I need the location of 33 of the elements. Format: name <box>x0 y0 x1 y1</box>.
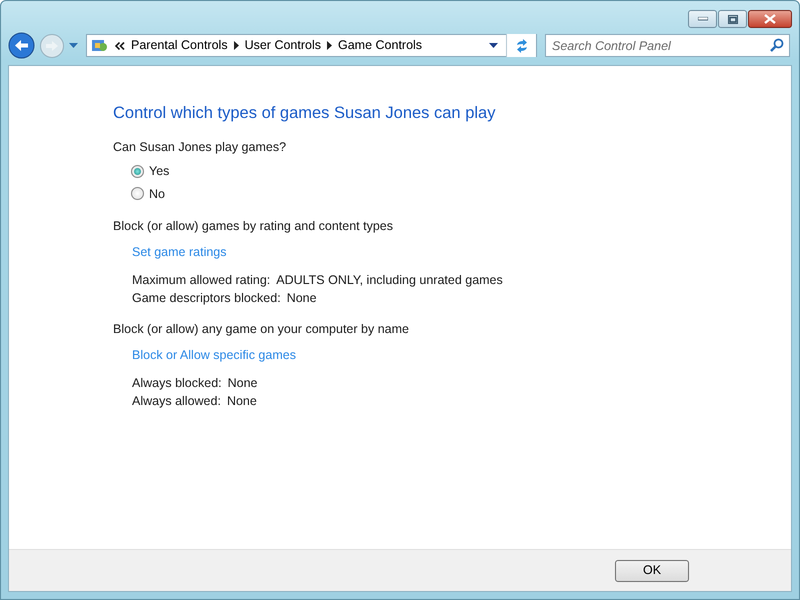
breadcrumb-item[interactable]: Game Controls <box>332 36 428 55</box>
detail-text: Maximum allowed rating: ADULTS ONLY, including unrated games <box>132 272 504 290</box>
detail-text: Always allowed: None <box>132 392 258 410</box>
close-icon <box>764 14 776 24</box>
detail-text: Game descriptors blocked: None <box>132 290 318 308</box>
detail-text: Always blocked: None <box>132 374 259 392</box>
option-label[interactable]: No <box>149 184 165 204</box>
history-dropdown[interactable] <box>69 42 78 48</box>
radio-button[interactable] <box>131 187 144 200</box>
back-button[interactable] <box>8 32 35 59</box>
settings-link[interactable]: Block or Allow specific games <box>132 346 296 365</box>
chevron-right-icon <box>234 41 239 50</box>
search-icon <box>770 38 784 52</box>
section-heading: Block (or allow) any game on your computer by name <box>113 321 410 338</box>
close-button[interactable] <box>748 10 792 28</box>
maximize-icon <box>728 14 738 24</box>
breadcrumb-item[interactable]: User Controls <box>238 36 327 55</box>
search-field[interactable]: Search Control Panel <box>545 34 790 57</box>
ok-button[interactable]: OK <box>615 560 689 582</box>
minimize-icon <box>698 17 708 21</box>
page-title: Control which types of games Susan Jones can play <box>113 104 496 124</box>
section-heading: Block (or allow) games by rating and content types <box>113 218 394 236</box>
option-label[interactable]: Yes <box>149 162 170 181</box>
control-panel-icon <box>91 38 109 54</box>
chevron-right-icon <box>327 41 332 50</box>
double-chevron-icon <box>115 42 125 50</box>
maximize-button[interactable] <box>718 10 747 28</box>
breadcrumb-item[interactable]: Parental Controls <box>125 36 234 55</box>
minimize-button[interactable] <box>688 10 717 28</box>
address-bar[interactable]: Parental Controls User Controls Game Controls <box>86 34 537 57</box>
question-text: Can Susan Jones play games? <box>113 138 288 156</box>
radio-button[interactable] <box>131 164 144 178</box>
settings-link[interactable]: Set game ratings <box>132 243 226 262</box>
